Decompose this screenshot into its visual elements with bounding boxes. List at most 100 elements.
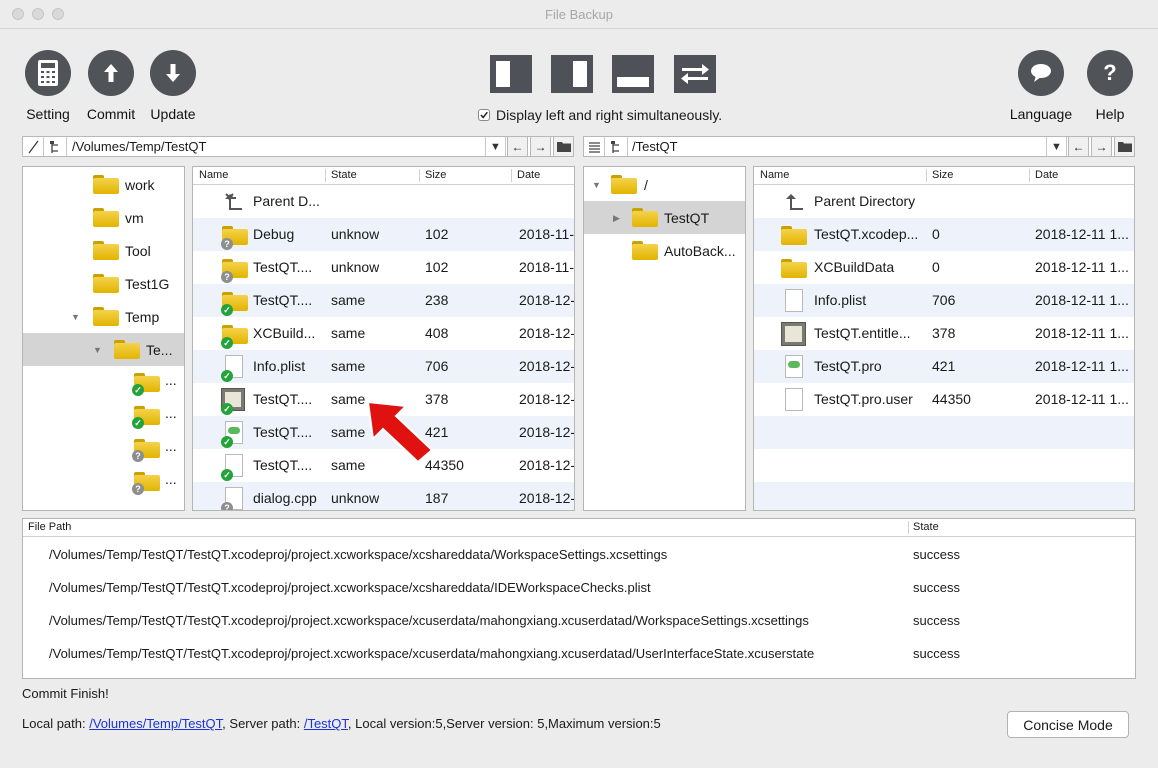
left-folder-tree: work vm Tool Test1G ▼ Temp ▼ Te... ✓ ...… [22, 166, 185, 511]
log-row[interactable]: /Volumes/Temp/TestQT/TestQT.xcodeproj/pr… [23, 604, 1135, 637]
commit-button[interactable] [88, 50, 134, 96]
right-path-input[interactable]: /TestQT [632, 139, 678, 154]
log-row[interactable]: /Volumes/Temp/TestQT/TestQT.xcodeproj/pr… [23, 571, 1135, 604]
tree-item-selected[interactable]: ▼ Te... [23, 333, 184, 366]
table-row[interactable]: ✓ TestQT.... same 238 2018-12- [193, 284, 574, 317]
folder-icon [93, 307, 119, 326]
folder-icon [632, 241, 658, 260]
tree-item[interactable]: ▼ Temp [23, 300, 184, 333]
column-size[interactable]: Size [932, 169, 953, 181]
collapsed-arrow-icon[interactable]: ▶ [613, 213, 620, 224]
column-file-path[interactable]: File Path [28, 521, 71, 533]
table-row[interactable]: TestQT.pro.user 44350 2018-12-11 1... [754, 383, 1134, 416]
left-forward-button[interactable]: → [530, 136, 551, 157]
column-state[interactable]: State [913, 521, 939, 533]
table-row[interactable]: ? dialog.cpp unknow 187 2018-12- [193, 482, 574, 510]
certificate-file-icon [781, 322, 806, 346]
arrow-up-icon [104, 64, 118, 82]
ok-badge-icon: ✓ [221, 370, 233, 382]
right-path-bar: /TestQT ▼ ← → [583, 136, 1135, 157]
display-both-label: Display left and right simultaneously. [496, 107, 723, 123]
log-row[interactable]: /Volumes/Temp/TestQT/TestQT.xcodeproj/pr… [23, 538, 1135, 571]
ok-badge-icon: ✓ [221, 304, 233, 316]
tree-view-icon[interactable] [44, 137, 67, 156]
left-path-bar: /Volumes/Temp/TestQT ▼ ← → [22, 136, 574, 157]
left-browse-button[interactable] [553, 136, 574, 157]
right-path-dropdown[interactable]: ▼ [1046, 137, 1067, 156]
folder-icon [632, 208, 658, 227]
table-row[interactable]: XCBuildData 0 2018-12-11 1... [754, 251, 1134, 284]
list-view-icon[interactable] [584, 137, 605, 156]
unknown-badge-icon: ? [221, 238, 233, 250]
table-row[interactable]: TestQT.pro 421 2018-12-11 1... [754, 350, 1134, 383]
column-name[interactable]: Name [199, 169, 228, 181]
update-button[interactable] [150, 50, 196, 96]
right-back-button[interactable]: ← [1068, 136, 1089, 157]
right-forward-button[interactable]: → [1091, 136, 1112, 157]
arrow-left-icon: ← [1072, 139, 1085, 154]
folder-icon [556, 142, 571, 152]
folder-icon [611, 175, 637, 194]
language-button[interactable] [1018, 50, 1064, 96]
column-state[interactable]: State [331, 169, 357, 181]
tree-item[interactable]: Tool [23, 234, 184, 267]
local-path-link[interactable]: /Volumes/Temp/TestQT [89, 716, 222, 731]
table-row[interactable]: ✓ XCBuild... same 408 2018-12- [193, 317, 574, 350]
tree-item[interactable]: Test1G [23, 267, 184, 300]
tree-item[interactable]: vm [23, 201, 184, 234]
tree-item[interactable]: work [23, 168, 184, 201]
left-path-dropdown[interactable]: ▼ [485, 137, 506, 156]
annotation-arrow-icon [366, 400, 434, 464]
table-row[interactable]: TestQT.entitle... 378 2018-12-11 1... [754, 317, 1134, 350]
left-back-button[interactable]: ← [507, 136, 528, 157]
expanded-arrow-icon[interactable]: ▼ [592, 180, 601, 190]
slash-icon[interactable] [23, 137, 44, 156]
expanded-arrow-icon[interactable]: ▼ [93, 345, 102, 355]
swap-view-button[interactable] [674, 55, 716, 93]
tree-item[interactable]: ? ... [23, 432, 184, 465]
tree-item[interactable]: ? ... [23, 465, 184, 498]
log-row[interactable]: /Volumes/Temp/TestQT/TestQT.xcodeproj/pr… [23, 637, 1135, 670]
commit-label: Commit [86, 106, 136, 122]
table-row[interactable]: ? Debug unknow 102 2018-11- [193, 218, 574, 251]
tree-item[interactable]: AutoBack... [584, 234, 745, 267]
right-file-list: Name Size Date Parent Directory TestQT.x… [753, 166, 1135, 511]
table-row[interactable]: Info.plist 706 2018-12-11 1... [754, 284, 1134, 317]
chevron-down-icon: ▼ [490, 140, 501, 153]
column-date[interactable]: Date [517, 169, 540, 181]
setting-button[interactable] [25, 50, 71, 96]
left-pane-view-button[interactable] [490, 55, 532, 93]
right-panel-icon [573, 61, 587, 87]
left-path-input[interactable]: /Volumes/Temp/TestQT [72, 139, 206, 154]
tree-item[interactable]: ✓ ... [23, 399, 184, 432]
column-size[interactable]: Size [425, 169, 446, 181]
server-path-link[interactable]: /TestQT [304, 716, 348, 731]
tree-item[interactable]: ▼ / [584, 168, 745, 201]
table-row[interactable]: TestQT.xcodep... 0 2018-12-11 1... [754, 218, 1134, 251]
right-pane-view-button[interactable] [551, 55, 593, 93]
column-date[interactable]: Date [1035, 169, 1058, 181]
right-file-list-header: Name Size Date [754, 167, 1134, 185]
right-browse-button[interactable] [1114, 136, 1135, 157]
title-bar: File Backup [0, 0, 1158, 29]
table-row[interactable]: ✓ Info.plist same 706 2018-12- [193, 350, 574, 383]
bottom-pane-view-button[interactable] [612, 55, 654, 93]
display-both-checkbox[interactable] [478, 109, 490, 121]
folder-icon [781, 226, 807, 245]
column-name[interactable]: Name [760, 169, 789, 181]
tree-item-selected[interactable]: ▶ TestQT [584, 201, 745, 234]
tree-item[interactable]: ✓ ... [23, 366, 184, 399]
plist-file-icon [785, 289, 803, 312]
update-label: Update [150, 106, 196, 122]
help-button[interactable]: ? [1087, 50, 1133, 96]
tree-view-icon-right[interactable] [605, 137, 628, 156]
chevron-down-icon: ▼ [1051, 140, 1062, 153]
folder-icon [781, 259, 807, 278]
ok-badge-icon: ✓ [221, 337, 233, 349]
table-row[interactable]: Parent D... [193, 185, 574, 218]
expanded-arrow-icon[interactable]: ▼ [71, 312, 80, 322]
calculator-icon [38, 60, 58, 86]
concise-mode-button[interactable]: Concise Mode [1007, 711, 1129, 738]
table-row[interactable]: ? TestQT.... unknow 102 2018-11- [193, 251, 574, 284]
table-row[interactable]: Parent Directory [754, 185, 1134, 218]
